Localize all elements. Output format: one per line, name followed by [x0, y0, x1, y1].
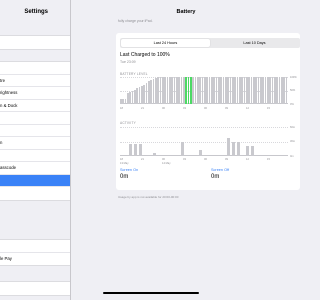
sidebar-item[interactable]: n: [0, 137, 70, 150]
activity-bar: [152, 152, 156, 156]
tick-label: 18: [120, 107, 123, 110]
sidebar-title: Settings: [24, 9, 48, 15]
tick-label: 21: [141, 158, 144, 161]
tick-label: 18: [120, 158, 123, 161]
tick-label: 15: [267, 107, 270, 110]
settings-sidebar: Settings tre rightness n & Dock n asscode le …: [0, 0, 71, 300]
battery-detail-pane: Battery fully charge your iPad. Last 24 …: [72, 0, 300, 300]
sidebar-group: tre rightness n & Dock n asscode: [0, 61, 70, 201]
activity-bar: [232, 141, 235, 156]
tick-label: 06: [204, 158, 207, 161]
tick-label: 06: [204, 107, 207, 110]
page-title: Battery: [176, 9, 196, 15]
sidebar-item[interactable]: n & Dock: [0, 100, 70, 112]
sidebar-item[interactable]: [0, 150, 70, 162]
charge-note: fully charge your iPad.: [118, 19, 153, 23]
tick-label: 03: [183, 107, 186, 110]
activity-bar: [227, 137, 231, 156]
sidebar-group: le Pay: [0, 239, 70, 266]
tick-label: 15: [267, 158, 270, 161]
y-tick-label: 0%: [290, 102, 294, 106]
sidebar-group: [0, 35, 70, 50]
tick-label: 14 May: [162, 162, 171, 165]
screen-on-label: Screen On: [120, 168, 139, 172]
tick-label: 13 May: [120, 162, 129, 165]
screen-off-value: 0m: [211, 174, 220, 180]
tab-last-10-days[interactable]: Last 10 Days: [210, 39, 299, 47]
tab-last-24-hours[interactable]: Last 24 Hours: [121, 39, 210, 47]
sidebar-item[interactable]: [0, 282, 70, 295]
y-tick-label: 0m: [290, 154, 294, 158]
sidebar-group: [0, 281, 70, 296]
last-charged-title: Last Charged to 100%: [120, 52, 170, 58]
sidebar-item[interactable]: le Pay: [0, 253, 70, 266]
gridline: [120, 127, 288, 128]
battery-level-bar: [285, 77, 288, 104]
usage-note: Usage by app is not available for 20:00-…: [118, 195, 179, 199]
activity-bar: [129, 143, 133, 156]
sidebar-item[interactable]: tre: [0, 75, 70, 87]
gridline: [120, 141, 288, 143]
activity-bar: [134, 143, 137, 156]
activity-bar: [246, 146, 249, 156]
activity-chart[interactable]: [120, 127, 288, 156]
tick-label: 00: [162, 158, 165, 161]
sidebar-item[interactable]: asscode: [0, 162, 70, 175]
sidebar-item[interactable]: [0, 240, 70, 253]
activity-bar: [236, 141, 240, 156]
tick-label: 12: [246, 107, 249, 110]
sidebar-item[interactable]: [0, 62, 70, 75]
battery-level-label: BATTERY LEVEL: [120, 72, 148, 76]
sidebar-item[interactable]: [0, 36, 70, 49]
activity-bar: [180, 142, 184, 156]
tick-label: 21: [141, 107, 144, 110]
sidebar-item[interactable]: [0, 174, 70, 187]
y-tick-label: 50%: [290, 89, 296, 92]
y-tick-label: 100%: [290, 75, 297, 79]
screen-on-value: 0m: [120, 174, 129, 180]
baseline: [120, 155, 288, 156]
sidebar-item[interactable]: [0, 112, 70, 125]
activity-label: ACTIVITY: [120, 121, 136, 125]
sidebar-item[interactable]: rightness: [0, 87, 70, 100]
activity-bar: [138, 143, 142, 156]
activity-bar: [199, 150, 203, 156]
tick-label: 00: [162, 107, 165, 110]
tick-label: 09: [225, 107, 228, 110]
y-tick-label: 60m: [290, 125, 296, 129]
tick-label: 12: [246, 158, 249, 161]
home-indicator[interactable]: [103, 292, 199, 294]
sidebar-item[interactable]: [0, 187, 70, 200]
activity-bar: [250, 146, 254, 156]
tick-label: 03: [183, 158, 186, 161]
tick-label: 09: [225, 158, 228, 161]
battery-level-chart[interactable]: [120, 77, 288, 104]
sidebar-item[interactable]: [0, 125, 70, 137]
last-charged-time: Tue 23:09: [120, 60, 136, 64]
screen-off-label: Screen Off: [211, 168, 230, 172]
y-tick-label: 30m: [290, 140, 296, 143]
time-range-segmented-control: Last 24 Hours Last 10 Days: [120, 38, 300, 48]
battery-usage-card: Last 24 Hours Last 10 Days Last Charged …: [116, 33, 300, 190]
